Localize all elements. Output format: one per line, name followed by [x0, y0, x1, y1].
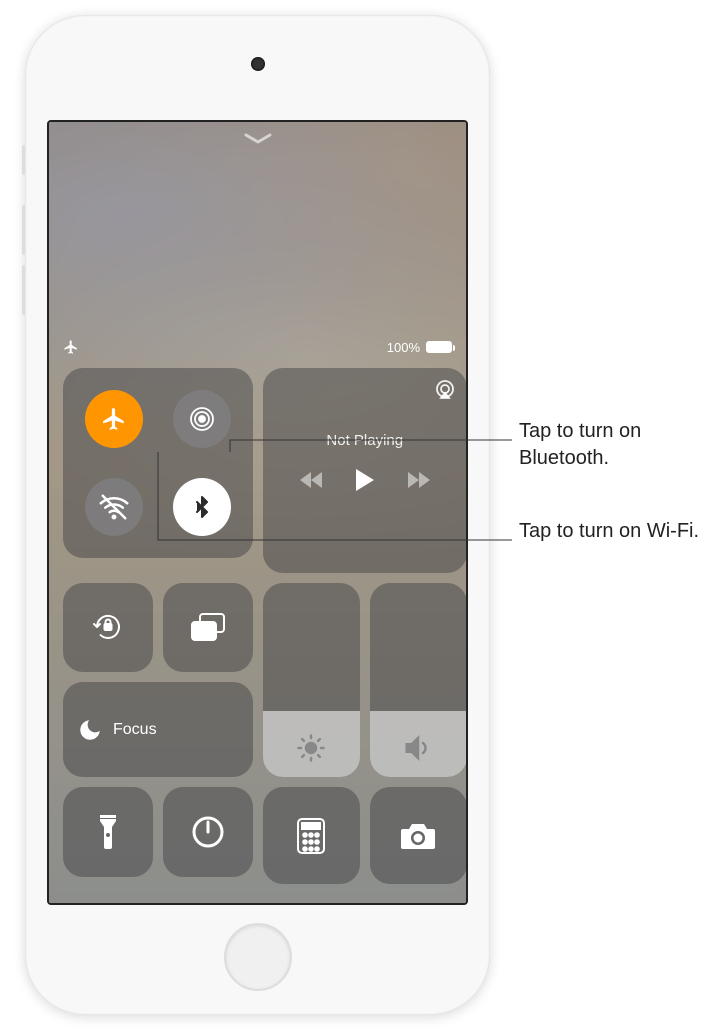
screen: 100% [47, 120, 468, 905]
airplane-icon [63, 339, 79, 355]
status-bar: 100% [63, 337, 452, 357]
battery-percent: 100% [387, 340, 420, 355]
connectivity-platter[interactable] [63, 368, 253, 558]
media-title: Not Playing [326, 432, 403, 449]
device-frame: 100% [25, 15, 490, 1015]
volume-down-button [22, 265, 25, 315]
callout-wifi: Tap to turn on Wi-Fi. [519, 518, 699, 545]
brightness-icon [296, 733, 326, 763]
volume-icon [403, 733, 433, 763]
control-center-grid: Not Playing [63, 368, 452, 862]
airplay-icon[interactable] [433, 378, 457, 402]
orientation-lock-toggle[interactable] [63, 583, 153, 673]
media-controls [300, 467, 430, 493]
callout-bluetooth: Tap to turn on Bluetooth. [519, 418, 705, 472]
flashlight-button[interactable] [63, 787, 153, 877]
rewind-icon[interactable] [300, 470, 324, 490]
screen-mirroring-button[interactable] [163, 583, 253, 673]
volume-up-button [22, 205, 25, 255]
play-icon[interactable] [354, 467, 376, 493]
callouts: Tap to turn on Bluetooth. Tap to turn on… [495, 0, 705, 1032]
chevron-down-icon[interactable] [243, 132, 273, 146]
volume-slider[interactable] [370, 583, 467, 778]
airplane-mode-toggle[interactable] [85, 390, 143, 448]
home-button[interactable] [224, 923, 292, 991]
timer-button[interactable] [163, 787, 253, 877]
calculator-button[interactable] [263, 787, 360, 884]
moon-icon [77, 717, 103, 743]
front-camera [251, 57, 265, 71]
brightness-slider[interactable] [263, 583, 360, 778]
airdrop-toggle[interactable] [173, 390, 231, 448]
media-platter[interactable]: Not Playing [263, 368, 468, 573]
side-button [22, 145, 25, 175]
wifi-toggle[interactable] [85, 478, 143, 536]
forward-icon[interactable] [406, 470, 430, 490]
focus-button[interactable]: Focus [63, 682, 253, 777]
battery-icon [426, 341, 452, 353]
focus-label: Focus [113, 721, 157, 739]
camera-button[interactable] [370, 787, 467, 884]
bluetooth-toggle[interactable] [173, 478, 231, 536]
